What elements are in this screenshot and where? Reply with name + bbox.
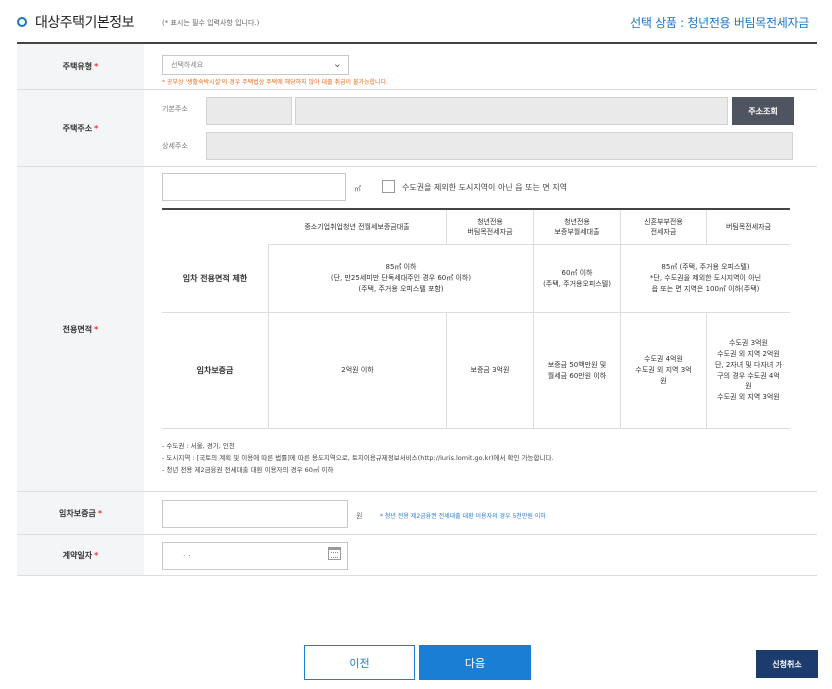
area-input[interactable] [162,173,346,201]
area-notes: - 수도권 : 서울, 경기, 인천 - 도시지역 : [국토의 계획 및 이용… [162,440,554,476]
house-type-label: 주택유형 * [17,44,144,89]
area-label: 전용면적 * [17,167,144,491]
area-limit-table: 중소기업취업청년 전월세보증금대출 청년전용 버팀목전세자금 청년전용 보증부월… [162,208,790,429]
col-header: 청년전용 버팀목전세자금 [446,210,533,245]
required-note: (* 표시는 필수 입력사항 입니다.) [162,19,260,27]
area-limit-cell: 85㎡ 이하 (단, 만25세미만 단독세대주인 경우 60㎡ 이하) (주택,… [268,245,533,313]
contract-date-input[interactable]: . . [162,542,348,570]
deposit-limit-cell: 보증금 3억원 [446,313,533,429]
area-limit-row-label: 임차 전용면적 제한 [162,245,268,313]
chevron-down-icon: ⌄ [332,57,342,70]
col-header: 버팀목전세자금 [706,210,790,245]
col-header: 신혼부부전용 전세자금 [620,210,706,245]
next-button[interactable]: 다음 [419,645,531,680]
row-house-type: 주택유형 * 선택하세요 ⌄ * 공부상 '생활숙박시설'의 경우 주택법상 주택… [17,44,817,90]
rural-area-checkbox-label: 수도권을 제외한 도시지역이 아닌 읍 또는 면 지역 [402,183,567,192]
deposit-limit-cell: 보증금 50백만원 및 월세금 60만원 이하 [533,313,620,429]
detail-address-field[interactable] [206,132,793,160]
section-header: 대상주택기본정보 (* 표시는 필수 입력사항 입니다.) 선택 상품 : 청년… [0,0,832,42]
deposit-limit-row-label: 임차보증금 [162,313,268,429]
house-type-select[interactable]: 선택하세요 ⌄ [162,55,349,75]
area-limit-cell: 85㎡ (주택, 주거용 오피스텔) *단, 수도권을 제외한 도시지역이 아닌… [620,245,790,313]
deposit-limit-cell: 수도권 4억원 수도권 외 지역 3억 원 [620,313,706,429]
note-line: - 수도권 : 서울, 경기, 인천 [162,442,235,450]
detail-address-label: 상세주소 [162,142,188,150]
deposit-input[interactable] [162,500,348,528]
deposit-label: 임차보증금 * [17,492,144,534]
col-header: 중소기업취업청년 전월세보증금대출 [268,210,446,245]
row-contract-date: 계약일자 * . . [17,535,817,576]
address-search-button[interactable]: 주소조회 [732,97,794,125]
prev-button[interactable]: 이전 [304,645,415,680]
contract-date-value: . . [183,549,191,558]
house-info-form: 주택유형 * 선택하세요 ⌄ * 공부상 '생활숙박시설'의 경우 주택법상 주택… [17,42,817,576]
section-bullet-icon [17,17,27,27]
calendar-icon[interactable] [328,547,341,560]
deposit-limit-cell: 2억원 이하 [268,313,446,429]
note-line: - 도시지역 : [국토의 계획 및 이용에 따른 법률]에 따른 용도지역으로… [162,454,554,463]
contract-date-label: 계약일자 * [17,535,144,575]
row-area: 전용면적 * ㎡ 수도권을 제외한 도시지역이 아닌 읍 또는 면 지역 중소기업… [17,167,817,492]
house-type-select-value: 선택하세요 [171,61,204,69]
address-label: 주택주소 * [17,90,144,166]
area-unit: ㎡ [354,185,361,193]
row-deposit: 임차보증금 * 원 * 청년 전용 제2금융권 전세대출 대환 이용자의 경우 5… [17,492,817,535]
basic-address-field [295,97,728,125]
deposit-limit-cell: 수도권 3억원 수도권 외 지역 2억원 단, 2자녀 및 다자녀 가 구의 경… [706,313,790,429]
section-title: 대상주택기본정보 [35,15,135,31]
area-limit-cell: 60㎡ 이하 (주택, 주거용오피스텔) [533,245,620,313]
col-header: 청년전용 보증부월세대출 [533,210,620,245]
note-line: - 청년 전용 제2금융권 전세대출 대환 이용자의 경우 60㎡ 이하 [162,466,334,475]
house-type-warning: * 공부상 '생활숙박시설'의 경우 주택법상 주택에 해당하지 않아 대출 취… [162,79,388,86]
postal-code-field [206,97,292,125]
deposit-hint: * 청년 전용 제2금융권 전세대출 대환 이용자의 경우 5천만원 이하 [380,513,546,520]
deposit-unit: 원 [356,512,363,520]
row-address: 주택주소 * 기본주소 주소조회 상세주소 [17,90,817,167]
rural-area-checkbox[interactable] [382,180,395,193]
cancel-application-button[interactable]: 신청취소 [756,650,818,678]
selected-product: 선택 상품 : 청년전용 버팀목전세자금 [630,16,809,30]
basic-address-label: 기본주소 [162,105,188,113]
